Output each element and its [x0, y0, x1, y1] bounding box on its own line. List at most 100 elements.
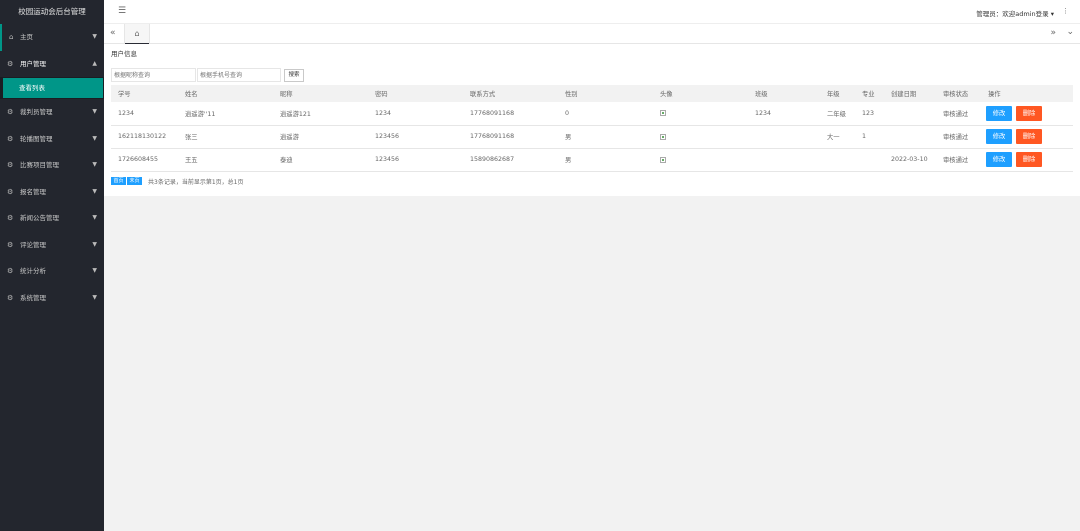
edit-button[interactable]: 修改 — [986, 129, 1012, 144]
sidebar-item-event-management[interactable]: ⚙ 比赛项目管理 ▼ — [0, 152, 104, 179]
more-vertical-icon[interactable]: ⋮ — [1062, 7, 1069, 15]
sidebar-item-label: 统计分析 — [20, 267, 46, 275]
gear-icon: ⚙ — [7, 214, 14, 222]
cell-name: 张三 — [185, 134, 198, 141]
cell-student-id: 1234 — [118, 109, 135, 117]
nickname-search-input[interactable] — [111, 68, 196, 82]
tab-scroll-right-icon[interactable]: » — [1050, 28, 1056, 38]
menu-toggle-icon[interactable]: ☰ — [118, 6, 126, 16]
cell-nickname: 逍遥游121 — [280, 110, 311, 118]
search-button[interactable]: 搜索 — [284, 69, 304, 82]
column-header: 头像 — [660, 91, 673, 98]
cell-avatar — [653, 102, 748, 125]
sidebar-item-news-management[interactable]: ⚙ 新闻公告管理 ▼ — [0, 205, 104, 232]
sidebar-item-referee-management[interactable]: ⚙ 裁判员管理 ▼ — [0, 99, 104, 126]
gear-icon: ⚙ — [7, 187, 14, 196]
home-icon: ⌂ — [134, 29, 140, 38]
cell-actions: 修改 删除 — [981, 125, 1073, 148]
tab-home[interactable]: ⌂ — [124, 24, 150, 45]
page-title: 用户信息 — [111, 50, 137, 58]
sidebar-item-system-management[interactable]: ⚙ 系统管理 ▼ — [0, 285, 104, 312]
table-header-row: 学号 姓名 昵称 密码 联系方式 性别 头像 班级 年级 专业 创建日期 审核状… — [111, 85, 1073, 102]
admin-user-menu[interactable]: 管理员：欢迎admin登录 ▾ — [976, 8, 1054, 18]
cell-grade: 大一 — [827, 134, 840, 141]
gear-icon: ⚙ — [7, 108, 14, 116]
cell-phone: 17768091168 — [470, 133, 515, 140]
cell-password: 1234 — [375, 109, 392, 117]
column-header: 年级 — [827, 91, 840, 98]
table-row: 1726608455 王五 泰迪 123456 15890862687 男 20… — [111, 148, 1073, 171]
cell-student-id: 162118130122 — [118, 133, 167, 140]
tab-dropdown-icon[interactable]: ⌄ — [1066, 27, 1074, 37]
app-logo-title: 校园运动会后台管理 — [0, 0, 104, 24]
cell-phone: 15890862687 — [470, 156, 515, 163]
cell-actions: 修改 删除 — [981, 148, 1073, 171]
column-header: 专业 — [862, 91, 875, 98]
cell-class — [748, 148, 820, 171]
cell-avatar — [653, 125, 748, 148]
chevron-down-icon: ▼ — [92, 293, 97, 301]
top-header: ☰ 管理员：欢迎admin登录 ▾ ⋮ — [104, 0, 1080, 24]
edit-button[interactable]: 修改 — [986, 105, 1012, 121]
sidebar-item-label: 裁判员管理 — [20, 108, 53, 116]
first-page-button[interactable]: 首页 — [111, 177, 126, 185]
cell-created: 2022-03-10 — [891, 156, 928, 163]
sidebar-item-label: 报名管理 — [20, 187, 46, 196]
delete-button[interactable]: 删除 — [1016, 152, 1042, 167]
sidebar-item-carousel-management[interactable]: ⚙ 轮播图管理 ▼ — [0, 126, 104, 153]
cell-password: 123456 — [375, 133, 400, 140]
cell-nickname: 泰迪 — [280, 157, 293, 164]
column-header: 学号 — [118, 91, 131, 98]
column-header: 姓名 — [185, 91, 198, 98]
column-header: 昵称 — [280, 91, 293, 98]
cell-class: 1234 — [755, 109, 772, 117]
column-header: 班级 — [755, 91, 768, 98]
cell-password: 123456 — [375, 156, 400, 163]
cell-gender: 男 — [565, 157, 572, 164]
cell-class — [748, 125, 820, 148]
gear-icon: ⚙ — [7, 293, 14, 302]
sidebar-item-label: 评论管理 — [20, 240, 46, 249]
sidebar-item-statistics[interactable]: ⚙ 统计分析 ▼ — [0, 258, 104, 285]
sidebar-item-home[interactable]: ⌂ 主页 ▼ — [0, 24, 104, 51]
cell-major — [855, 148, 884, 171]
sidebar-item-user-management[interactable]: ⚙ 用户管理 ▲ — [0, 51, 104, 78]
sidebar-item-registration-management[interactable]: ⚙ 报名管理 ▼ — [0, 179, 104, 206]
gear-icon: ⚙ — [7, 267, 14, 275]
broken-image-icon — [660, 133, 666, 140]
sidebar-item-comment-management[interactable]: ⚙ 评论管理 ▼ — [0, 232, 104, 259]
sidebar-item-label: 比赛项目管理 — [20, 161, 59, 169]
cell-phone: 17768091168 — [470, 109, 515, 117]
sidebar-item-label: 轮播图管理 — [20, 134, 53, 143]
sidebar-item-label: 新闻公告管理 — [20, 214, 59, 222]
edit-button[interactable]: 修改 — [986, 152, 1012, 167]
chevron-down-icon: ▼ — [92, 134, 97, 142]
delete-button[interactable]: 删除 — [1016, 105, 1042, 121]
chevron-down-icon: ▼ — [92, 161, 97, 168]
cell-major: 123 — [862, 109, 875, 117]
tab-scroll-left-icon[interactable]: « — [110, 28, 116, 38]
user-info-card: 用户信息 搜索 学号 姓名 昵称 密码 联系方式 性别 头像 班级 年级 专业 … — [104, 44, 1080, 196]
gear-icon: ⚙ — [7, 240, 14, 249]
cell-major: 1 — [862, 133, 867, 140]
last-page-button[interactable]: 末页 — [127, 177, 142, 185]
sidebar-item-label: 主页 — [20, 33, 33, 41]
chevron-down-icon: ▼ — [92, 240, 97, 248]
phone-search-input[interactable] — [197, 68, 281, 82]
column-header: 性别 — [565, 91, 578, 98]
cell-status: 审核通过 — [943, 134, 969, 141]
sidebar-subitem-view-list[interactable]: 查看列表 — [3, 78, 103, 98]
sidebar-item-label: 系统管理 — [20, 293, 46, 302]
cell-gender: 0 — [565, 109, 570, 117]
tab-bar: « ⌂ » ⌄ — [104, 24, 1080, 45]
column-header: 操作 — [988, 91, 1001, 98]
delete-button[interactable]: 删除 — [1016, 129, 1042, 144]
cell-avatar — [653, 148, 748, 171]
sidebar: 校园运动会后台管理 ⌂ 主页 ▼ ⚙ 用户管理 ▲ 查看列表 ⚙ 裁判员管理 ▼… — [0, 0, 104, 531]
chevron-down-icon: ▼ — [92, 214, 97, 221]
user-table: 学号 姓名 昵称 密码 联系方式 性别 头像 班级 年级 专业 创建日期 审核状… — [111, 85, 1073, 172]
broken-image-icon — [660, 110, 666, 117]
cell-student-id: 1726608455 — [118, 156, 159, 163]
home-icon: ⌂ — [9, 33, 14, 41]
cell-grade — [820, 148, 855, 171]
